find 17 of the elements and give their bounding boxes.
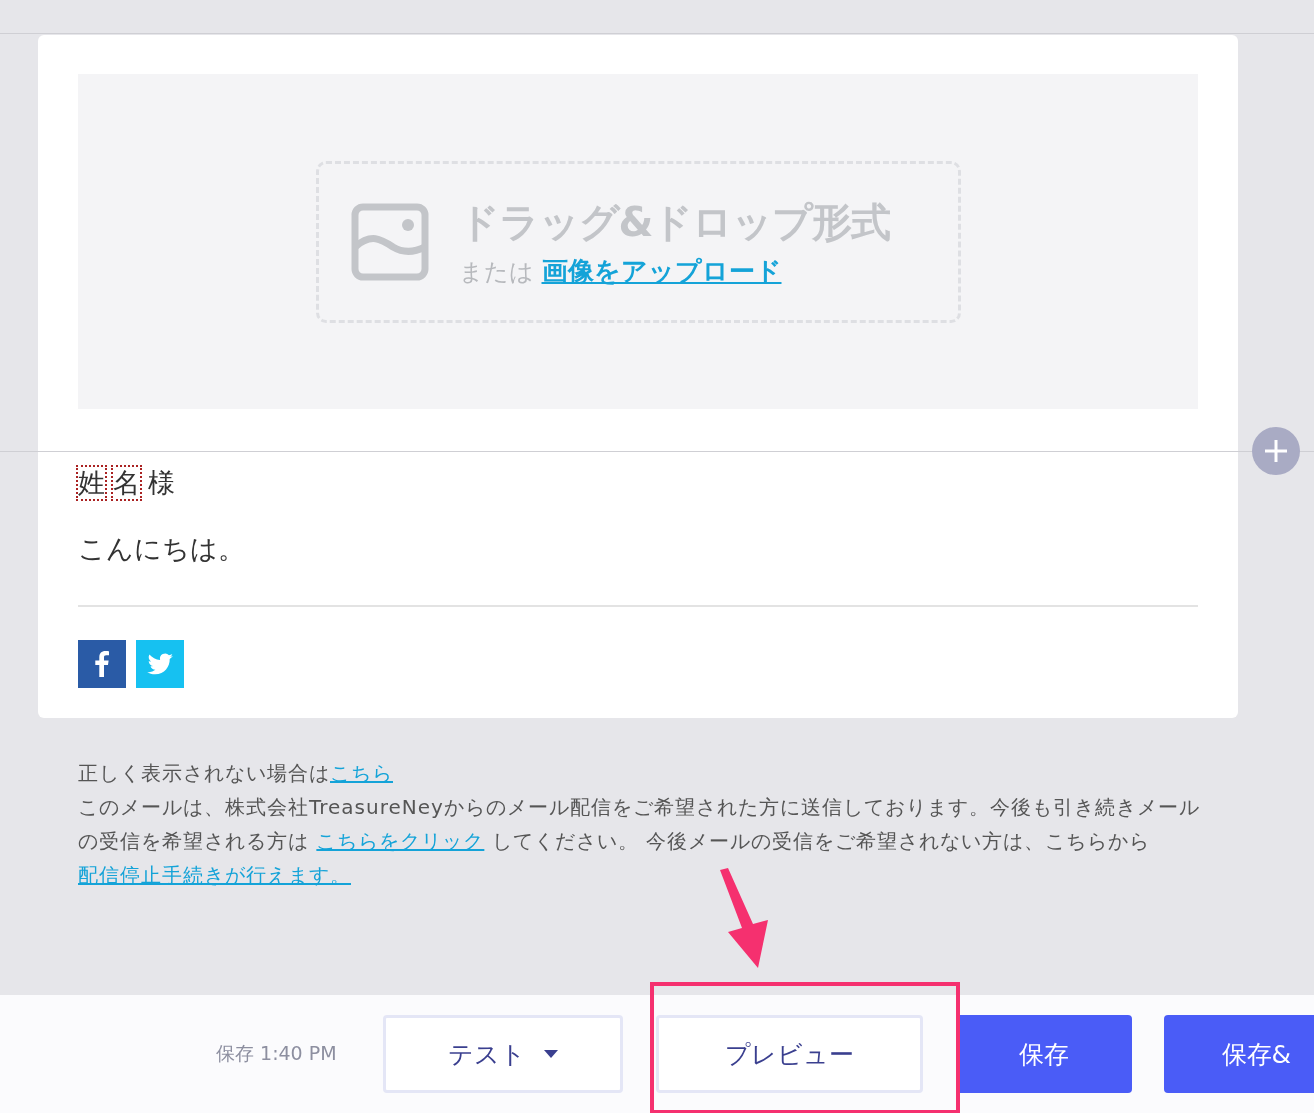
caret-icon — [543, 1050, 558, 1058]
save-status: 保存 1:40 PM — [216, 1041, 337, 1066]
upload-link[interactable]: 画像をアップロード — [541, 253, 782, 289]
footer-text: このメールは、株式会社TreasureNeyからのメール配信をご希望された方に送信しております。今後も引き続きメールの受信を希望される方は こちらをクリック してください。 今後メールの受信をご希望されない方は、こちらから 配信停止手続きが行えます。 — [78, 794, 1201, 889]
image-icon — [350, 202, 429, 281]
facebook-icon[interactable] — [78, 640, 126, 688]
preview-button[interactable]: プレビュー — [655, 1015, 923, 1093]
add-section-icon[interactable] — [1252, 427, 1300, 475]
merge-tag[interactable]: 姓 — [78, 467, 105, 499]
dropdown-button[interactable]: テスト — [382, 1015, 623, 1093]
merge-tag[interactable]: 名 — [113, 467, 140, 499]
primary-button[interactable]: 保存& — [1163, 1015, 1314, 1093]
dropzone-hint: または — [458, 256, 534, 288]
greeting-text: こんにちは。 — [78, 532, 246, 566]
salutation: 様 — [148, 467, 175, 499]
footer-text: 正しく表示されない場合はこちら — [78, 760, 394, 787]
twitter-icon[interactable] — [136, 640, 184, 688]
